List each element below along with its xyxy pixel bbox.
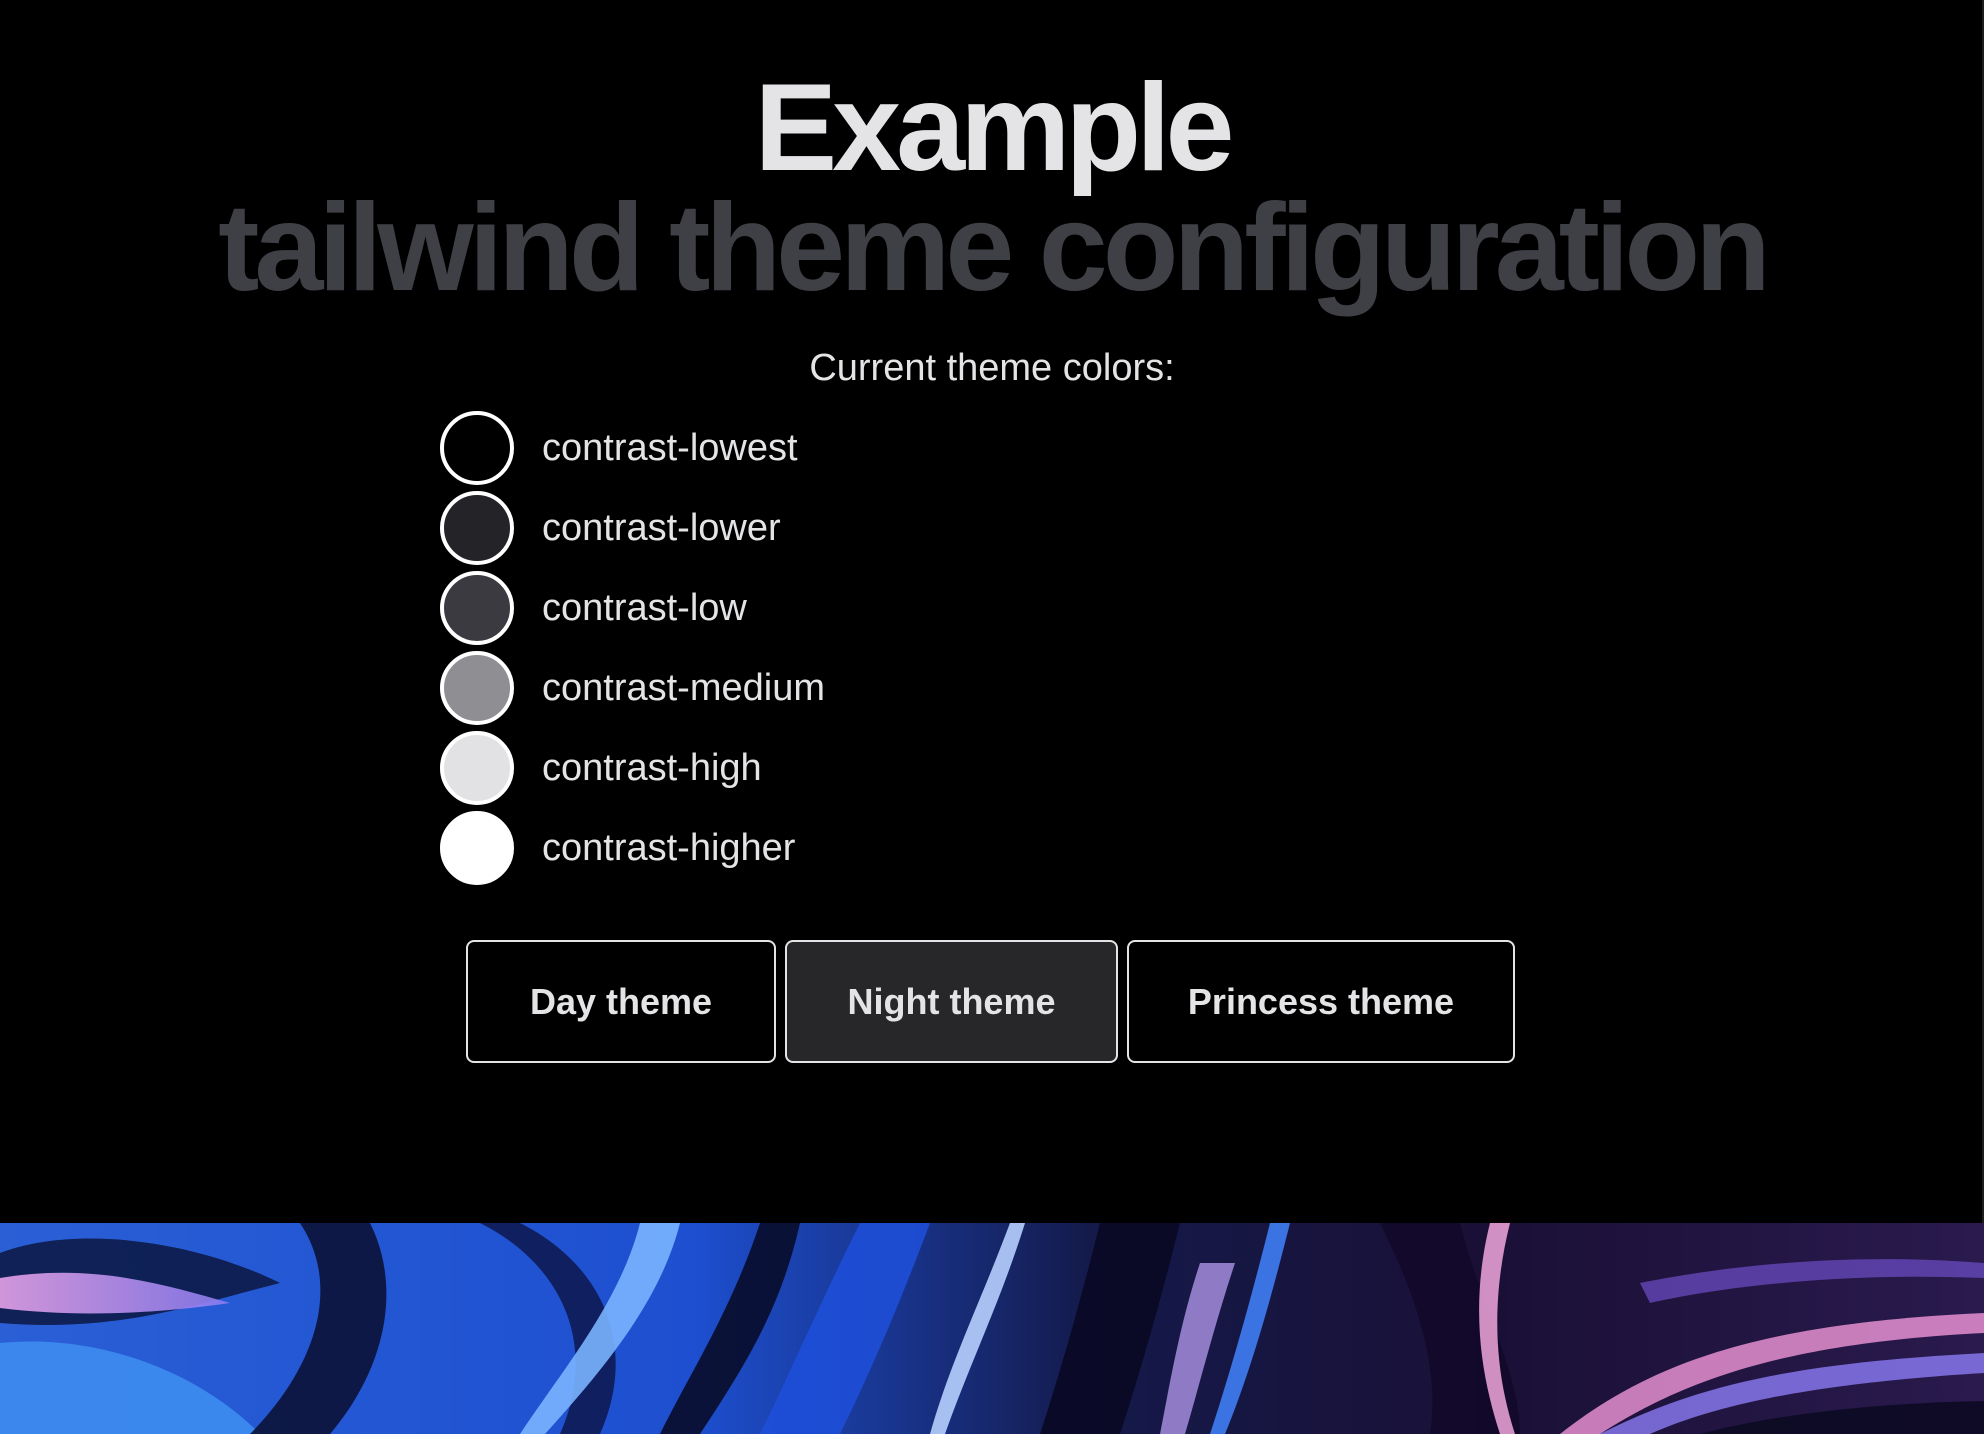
page-title: Example	[754, 59, 1234, 197]
swatch-item-contrast-lower: contrast-lower	[440, 488, 825, 568]
princess-theme-button[interactable]: Princess theme	[1127, 940, 1515, 1063]
color-swatch	[440, 651, 514, 725]
swatch-item-contrast-high: contrast-high	[440, 728, 825, 808]
colors-heading: Current theme colors:	[809, 347, 1175, 389]
color-swatch	[440, 811, 514, 885]
day-theme-button[interactable]: Day theme	[466, 940, 776, 1063]
color-swatch	[440, 571, 514, 645]
swatch-label: contrast-medium	[542, 666, 825, 709]
wallpaper-image	[0, 1223, 1984, 1434]
color-swatch	[440, 731, 514, 805]
theme-button-group: Day theme Night theme Princess theme	[466, 940, 1515, 1063]
swatch-label: contrast-high	[542, 746, 762, 789]
swatch-label: contrast-higher	[542, 826, 796, 869]
swatch-item-contrast-medium: contrast-medium	[440, 648, 825, 728]
swatch-label: contrast-lowest	[542, 426, 798, 469]
theme-demo-page: Example tailwind theme configuration Cur…	[0, 0, 1984, 1223]
desktop-wallpaper	[0, 1223, 1984, 1434]
color-swatch	[440, 491, 514, 565]
swatch-item-contrast-higher: contrast-higher	[440, 808, 825, 888]
swatch-item-contrast-low: contrast-low	[440, 568, 825, 648]
swatch-item-contrast-lowest: contrast-lowest	[440, 408, 825, 488]
app-root: Example tailwind theme configuration Cur…	[0, 0, 1984, 1434]
color-swatch	[440, 411, 514, 485]
swatch-label: contrast-lower	[542, 506, 781, 549]
night-theme-button[interactable]: Night theme	[785, 940, 1118, 1063]
page-subtitle: tailwind theme configuration	[218, 179, 1771, 317]
swatch-label: contrast-low	[542, 586, 747, 629]
swatch-list: contrast-lowest contrast-lower contrast-…	[440, 408, 825, 888]
